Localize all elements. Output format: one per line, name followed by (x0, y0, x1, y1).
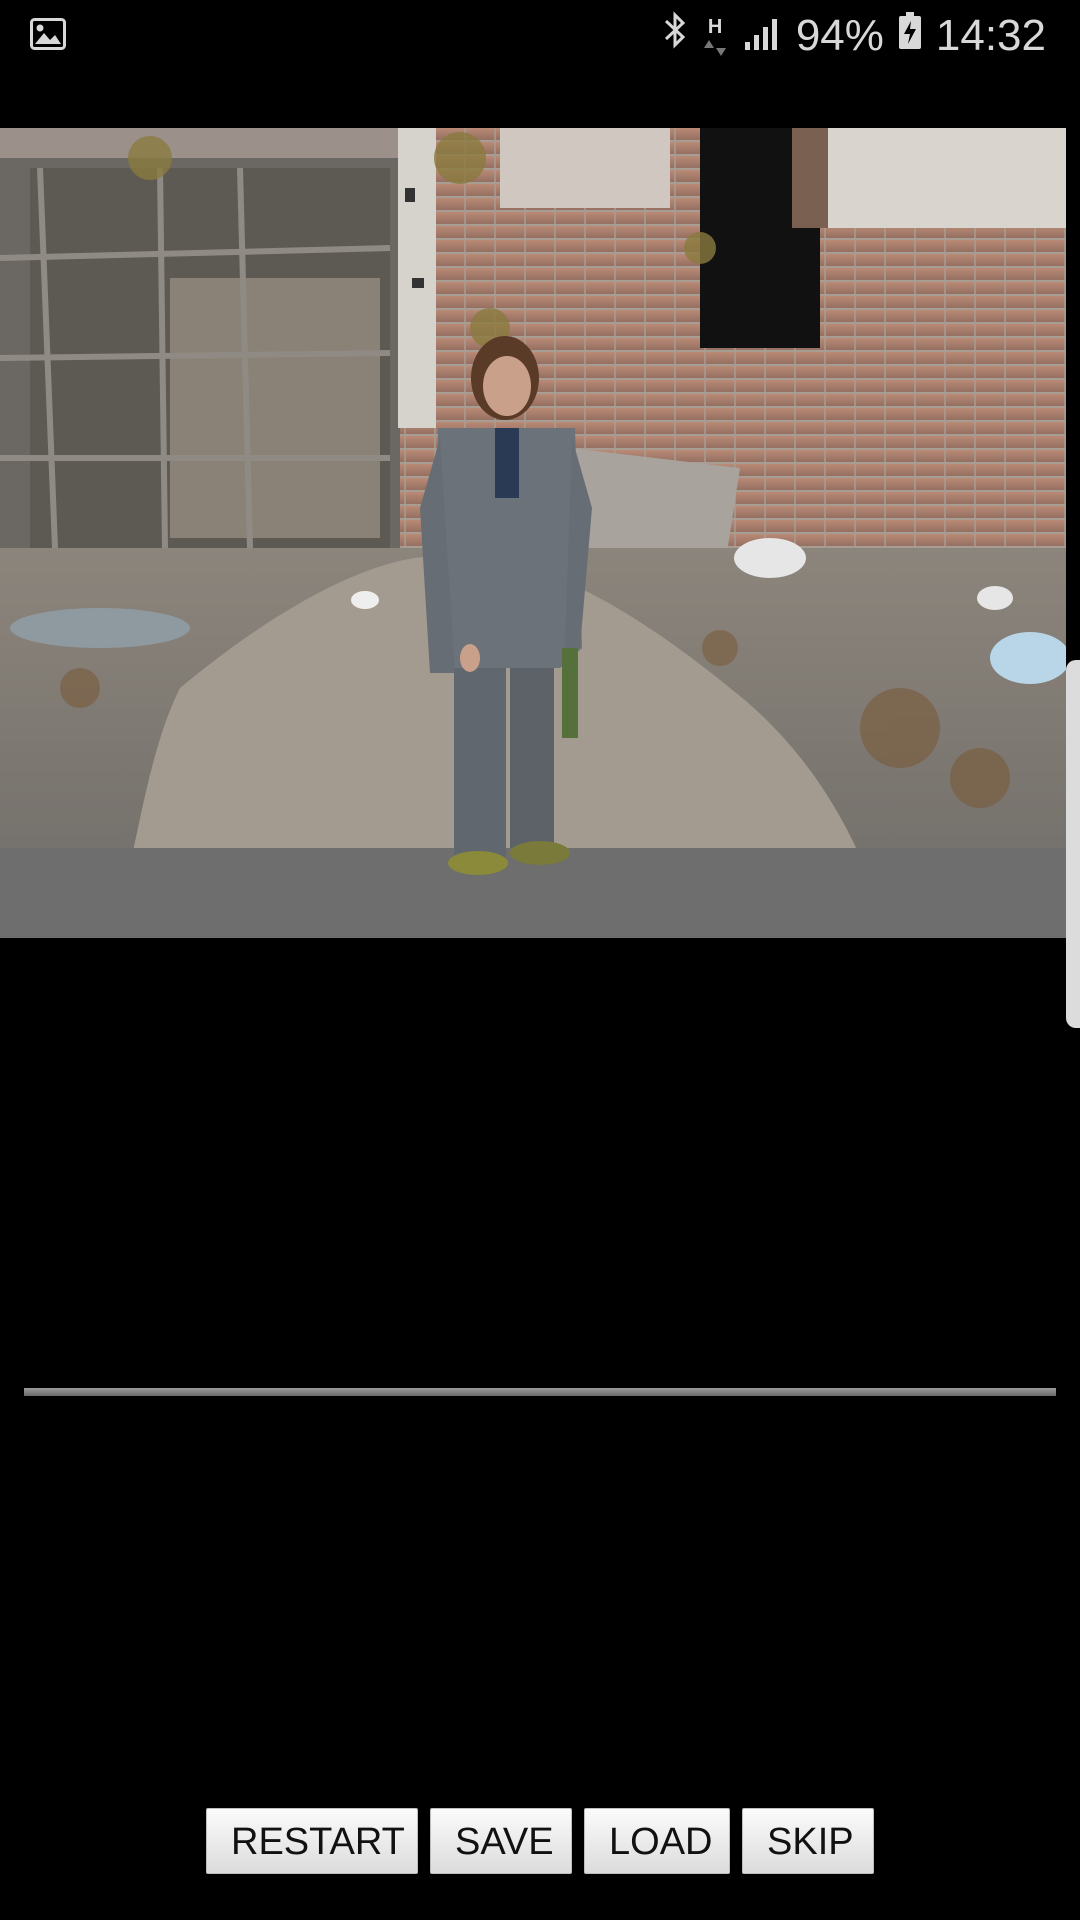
status-icons: H 94% 14:32 (662, 10, 1046, 61)
bluetooth-icon (662, 10, 688, 61)
signal-strength-icon (744, 11, 782, 61)
restart-button[interactable]: RESTART (206, 1808, 418, 1874)
divider-line (24, 1388, 1056, 1396)
load-button[interactable]: LOAD (584, 1808, 730, 1874)
skip-button[interactable]: SKIP (742, 1808, 874, 1874)
battery-charging-icon (898, 11, 922, 61)
image-notification-icon (30, 18, 66, 55)
button-row: RESTART SAVE LOAD SKIP (0, 1808, 1080, 1874)
clock-time: 14:32 (935, 10, 1046, 60)
network-type-indicator: H (702, 16, 730, 56)
save-button[interactable]: SAVE (430, 1808, 572, 1874)
battery-percent: 94% (795, 10, 884, 60)
edge-panel-handle[interactable] (1066, 660, 1080, 1028)
scene-photo (0, 128, 1066, 938)
status-bar: H 94% 14:32 (0, 0, 1080, 74)
